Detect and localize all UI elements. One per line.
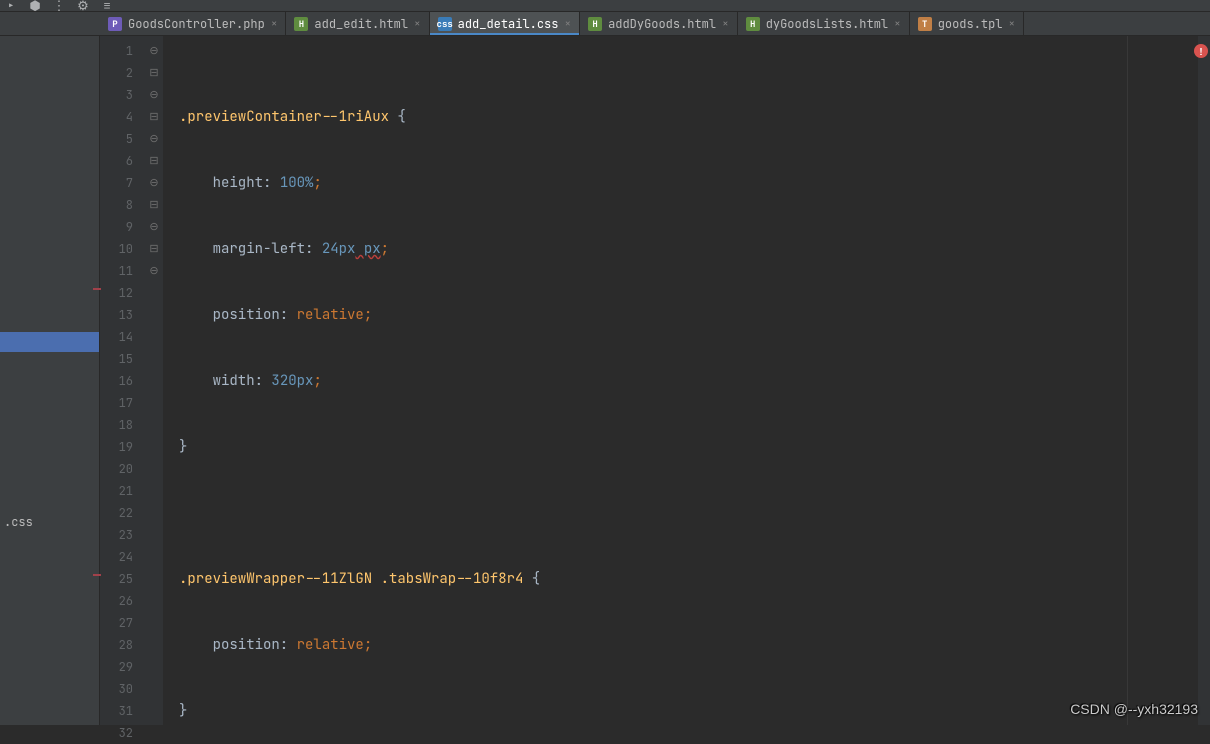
tab-add-detail[interactable]: cssadd_detail.css× xyxy=(430,12,580,35)
line-number: 28 xyxy=(100,634,145,656)
editor-tabs: PGoodsController.php× Hadd_edit.html× cs… xyxy=(0,12,1210,36)
fold-gutter[interactable] xyxy=(145,36,163,725)
line-number: 10 xyxy=(100,238,145,260)
close-icon[interactable]: × xyxy=(1009,17,1016,31)
debug-icon[interactable]: ⬢ xyxy=(28,1,42,11)
line-number: 29 xyxy=(100,656,145,678)
fold-icon[interactable] xyxy=(145,194,163,216)
project-sidebar[interactable]: .css xyxy=(0,36,100,725)
fold-icon[interactable] xyxy=(145,62,163,84)
line-number: 1 xyxy=(100,40,145,62)
tab-dy-goods-lists[interactable]: HdyGoodsLists.html× xyxy=(738,12,910,35)
line-number: 18 xyxy=(100,414,145,436)
html-icon: H xyxy=(294,17,308,31)
line-number: 14 xyxy=(100,326,145,348)
line-number: 22 xyxy=(100,502,145,524)
fold-icon[interactable] xyxy=(145,216,163,238)
line-number: 21 xyxy=(100,480,145,502)
close-icon[interactable]: × xyxy=(894,17,901,31)
line-number: 4 xyxy=(100,106,145,128)
close-icon[interactable]: × xyxy=(271,17,278,31)
line-number: 13 xyxy=(100,304,145,326)
line-number: 9 xyxy=(100,216,145,238)
close-icon[interactable]: × xyxy=(564,17,571,31)
fold-icon[interactable] xyxy=(145,128,163,150)
fold-icon[interactable] xyxy=(145,172,163,194)
line-number: 3 xyxy=(100,84,145,106)
line-number: 6 xyxy=(100,150,145,172)
main-area: .css 1 2 3 4 5 6 7 8 9 10 11 12 13 14 15… xyxy=(0,36,1210,725)
line-number: 8 xyxy=(100,194,145,216)
editor-margin-line xyxy=(1127,36,1128,725)
fold-icon[interactable] xyxy=(145,40,163,62)
php-icon: P xyxy=(108,17,122,31)
line-number: 15 xyxy=(100,348,145,370)
inspection-gutter[interactable]: ! xyxy=(1198,36,1210,725)
fold-icon[interactable] xyxy=(145,260,163,282)
html-icon: H xyxy=(746,17,760,31)
code-editor[interactable]: .previewContainer--1riAux { height: 100%… xyxy=(163,36,1198,725)
line-number: 19 xyxy=(100,436,145,458)
line-gutter[interactable]: 1 2 3 4 5 6 7 8 9 10 11 12 13 14 15 16 1… xyxy=(100,36,145,725)
fold-icon[interactable] xyxy=(145,150,163,172)
line-number: 7 xyxy=(100,172,145,194)
line-number: 26 xyxy=(100,590,145,612)
css-icon: css xyxy=(438,17,452,31)
line-number: 32 xyxy=(100,722,145,744)
line-number: 20 xyxy=(100,458,145,480)
line-number: 17 xyxy=(100,392,145,414)
line-number: 23 xyxy=(100,524,145,546)
line-number: 5 xyxy=(100,128,145,150)
html-icon: H xyxy=(588,17,602,31)
sidebar-file-css[interactable]: .css xyxy=(0,514,33,530)
tab-add-dy-goods[interactable]: HaddDyGoods.html× xyxy=(580,12,738,35)
tpl-icon: T xyxy=(918,17,932,31)
error-indicator-icon[interactable]: ! xyxy=(1194,44,1208,58)
tab-goods-tpl[interactable]: Tgoods.tpl× xyxy=(910,12,1024,35)
settings-icon[interactable]: ⚙ xyxy=(76,1,90,11)
menu-icon[interactable]: ≡ xyxy=(100,1,114,11)
tab-add-edit[interactable]: Hadd_edit.html× xyxy=(286,12,429,35)
close-icon[interactable]: × xyxy=(414,17,421,31)
run-icon[interactable]: ▸ xyxy=(4,1,18,11)
line-number: 24 xyxy=(100,546,145,568)
fold-icon[interactable] xyxy=(145,238,163,260)
close-icon[interactable]: × xyxy=(722,17,729,31)
line-number: 16 xyxy=(100,370,145,392)
line-number: 30 xyxy=(100,678,145,700)
tools-icon[interactable]: ⋮ xyxy=(52,1,66,11)
line-number: 12 xyxy=(100,282,145,304)
line-number: 11 xyxy=(100,260,145,282)
gutter-error-mark xyxy=(93,288,101,290)
gutter-error-mark xyxy=(93,574,101,576)
tab-goods-controller[interactable]: PGoodsController.php× xyxy=(100,12,286,35)
watermark: CSDN @--yxh32193 xyxy=(1070,701,1198,717)
line-number: 25 xyxy=(100,568,145,590)
fold-icon[interactable] xyxy=(145,106,163,128)
fold-icon[interactable] xyxy=(145,84,163,106)
sidebar-selection xyxy=(0,332,99,352)
line-number: 2 xyxy=(100,62,145,84)
line-number: 31 xyxy=(100,700,145,722)
line-number: 27 xyxy=(100,612,145,634)
toolbar: ▸ ⬢ ⋮ ⚙ ≡ xyxy=(0,0,1210,12)
